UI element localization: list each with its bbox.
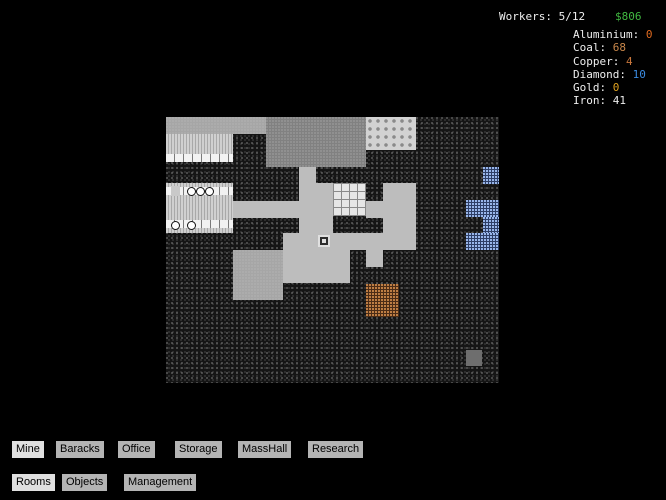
resource-gold: Gold: 0: [573, 81, 620, 95]
resource-iron: Iron: 41: [573, 94, 626, 108]
masshall-button[interactable]: MassHall: [238, 441, 292, 458]
corridor-tile[interactable]: [283, 250, 350, 283]
barracks-room[interactable]: [166, 134, 233, 154]
workers-count: Workers: 5/12: [499, 10, 586, 23]
dug-stone-tile[interactable]: [166, 117, 266, 134]
corridor-tile[interactable]: [299, 183, 333, 233]
baracks-button[interactable]: Baracks: [56, 441, 104, 458]
office-button[interactable]: Office: [118, 441, 155, 458]
office-room[interactable]: [233, 250, 283, 300]
corridor-tile[interactable]: [366, 250, 383, 267]
money-balance: $806: [615, 10, 642, 23]
copper-ore-tile[interactable]: [366, 284, 399, 317]
research-button[interactable]: Research: [308, 441, 364, 458]
storage-room[interactable]: [366, 117, 416, 150]
resource-aluminium: Aluminium: 0: [573, 28, 653, 41]
worker-icon[interactable]: [187, 221, 196, 230]
diamond-ore-tile[interactable]: [466, 200, 499, 217]
resource-panel: Aluminium: 0 Coal: 68 Copper: 4 Diamond:…: [573, 28, 652, 108]
machine-icon[interactable]: [318, 235, 330, 247]
corridor-tile[interactable]: [283, 233, 383, 250]
room-marker[interactable]: [171, 186, 180, 196]
rooms-tab[interactable]: Rooms: [12, 474, 55, 491]
resource-copper: Copper: 4: [573, 54, 633, 68]
objects-tab[interactable]: Objects: [62, 474, 108, 491]
mine-button[interactable]: Mine: [12, 441, 44, 458]
diamond-ore-tile[interactable]: [483, 167, 499, 184]
corridor-tile[interactable]: [366, 201, 383, 218]
resource-coal: Coal: 68: [573, 41, 626, 55]
worker-icon[interactable]: [187, 187, 196, 196]
research-room[interactable]: [333, 183, 366, 216]
mine-map[interactable]: [166, 117, 499, 383]
storage-button[interactable]: Storage: [175, 441, 222, 458]
management-tab[interactable]: Management: [124, 474, 197, 491]
rock-block[interactable]: [466, 350, 482, 366]
bunk-row[interactable]: [166, 154, 233, 162]
worker-icon[interactable]: [196, 187, 205, 196]
corridor-tile[interactable]: [383, 183, 416, 250]
worker-icon[interactable]: [205, 187, 214, 196]
resource-diamond: Diamond: 10: [573, 67, 646, 81]
diamond-ore-tile[interactable]: [466, 233, 499, 250]
masshall-room[interactable]: [266, 117, 366, 167]
diamond-ore-tile[interactable]: [483, 217, 499, 233]
worker-icon[interactable]: [171, 221, 180, 230]
